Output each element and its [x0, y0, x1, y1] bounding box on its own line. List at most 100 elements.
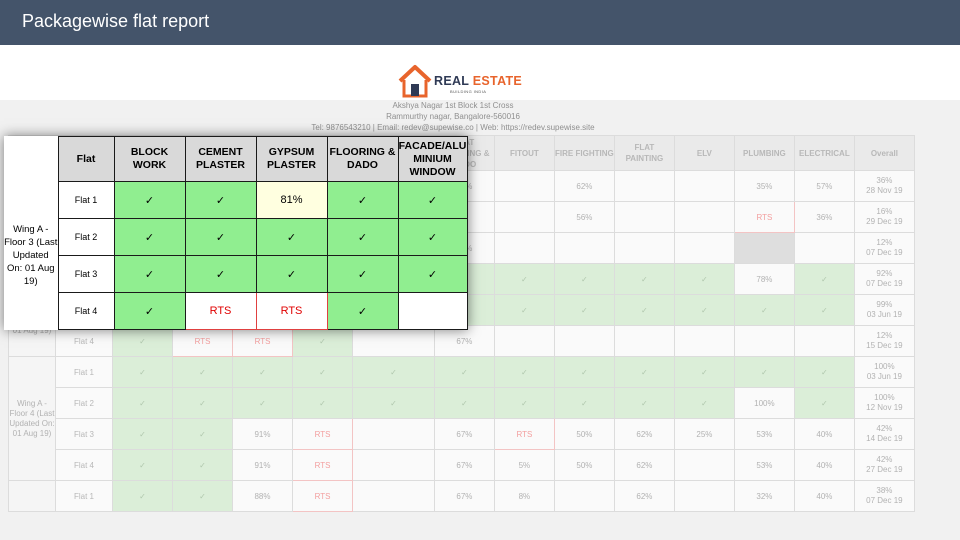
- bg-status-cell: 78%: [733, 263, 795, 295]
- bg-overall-cell: 16% 29 Dec 19: [853, 201, 915, 233]
- bg-status-cell: ✓: [172, 356, 233, 388]
- zoom-floor-cell: Wing A - Floor 3 (Last Updated On: 01 Au…: [4, 181, 58, 330]
- bg-status-cell: 53%: [733, 449, 795, 481]
- bg-status-cell: [613, 325, 675, 357]
- bg-status-cell: ✓: [172, 418, 233, 450]
- bg-status-cell: 62%: [613, 480, 675, 512]
- bg-status-cell: 50%: [553, 449, 615, 481]
- bg-status-cell: 50%: [553, 418, 615, 450]
- bg-status-cell: 40%: [793, 480, 855, 512]
- bg-table-row: Flat 4 ✓ ✓ 91% RTS 67% 5% 50% 62% 53% 40% 42% 27 Dec…: [9, 449, 915, 481]
- zoom-status-cell: ✓: [326, 218, 399, 256]
- bg-status-cell: ✓: [292, 325, 353, 357]
- bg-status-cell: RTS: [292, 449, 353, 481]
- bg-overall-date: 03 Jun 19: [866, 372, 902, 381]
- bg-status-cell: ✓: [733, 356, 795, 388]
- zoom-status-cell: ✓: [397, 255, 468, 293]
- page-title: Packagewise flat report: [22, 11, 210, 31]
- bg-status-cell: [793, 232, 855, 264]
- bg-status-cell: ✓: [112, 356, 173, 388]
- bg-status-cell: 32%: [733, 480, 795, 512]
- zoom-status-cell: ✓: [326, 181, 399, 219]
- bg-status-cell: [493, 170, 555, 202]
- bg-status-cell: ✓: [172, 387, 233, 419]
- bg-overall-cell: 42% 14 Dec 19: [853, 418, 915, 450]
- bg-col-header: FLAT PAINTING: [613, 135, 675, 171]
- bg-status-cell: [733, 325, 795, 357]
- bg-status-cell: ✓: [172, 480, 233, 512]
- bg-overall-percent: 38%: [876, 486, 893, 495]
- zoom-col-header: FLOORING & DADO: [326, 136, 399, 182]
- bg-status-cell: ✓: [493, 263, 555, 295]
- bg-floor-cell: Wing A - Floor 4 (Last Updated On: 01 Au…: [8, 356, 56, 481]
- bg-col-header: FITOUT: [493, 135, 555, 171]
- zoom-flat-cell: Flat 4: [57, 292, 115, 330]
- bg-overall-date: 07 Dec 19: [866, 496, 903, 505]
- bg-status-cell: [733, 232, 795, 264]
- bg-status-cell: 62%: [613, 418, 675, 450]
- bg-status-cell: 36%: [793, 201, 855, 233]
- bg-status-cell: ✓: [172, 449, 233, 481]
- bg-status-cell: ✓: [613, 263, 675, 295]
- zoom-flat-cell: Flat 2: [57, 218, 115, 256]
- zoom-col-header: CEMENT PLASTER: [184, 136, 257, 182]
- bg-status-cell: [352, 449, 435, 481]
- bg-status-cell: 91%: [232, 418, 293, 450]
- bg-status-cell: ✓: [613, 294, 675, 326]
- bg-overall-percent: 92%: [876, 269, 893, 278]
- bg-overall-date: 07 Dec 19: [866, 279, 903, 288]
- bg-status-cell: [352, 418, 435, 450]
- zoom-status-cell: ✓: [184, 218, 257, 256]
- bg-status-cell: ✓: [352, 387, 435, 419]
- bg-status-cell: 53%: [733, 418, 795, 450]
- bg-status-cell: ✓: [613, 387, 675, 419]
- bg-status-cell: RTS: [733, 201, 795, 233]
- contact-line: Tel: 9876543210 | Email: redev@supewise.…: [311, 123, 595, 132]
- zoom-status-cell: ✓: [113, 292, 186, 330]
- bg-overall-percent: 42%: [876, 424, 893, 433]
- brand-word-1: REAL: [434, 74, 473, 88]
- bg-overall-date: 27 Dec 19: [866, 465, 903, 474]
- bg-table-row: Flat 4 ✓ RTS RTS ✓ 67% 12% 15 Dec 19: [9, 325, 915, 357]
- bg-overall-percent: 16%: [876, 207, 893, 216]
- bg-status-cell: ✓: [793, 294, 855, 326]
- bg-status-cell: ✓: [793, 356, 855, 388]
- bg-overall-date: 29 Dec 19: [866, 217, 903, 226]
- bg-col-header: PLUMBING: [733, 135, 795, 171]
- bg-flat-cell: Flat 3: [55, 418, 113, 450]
- address-line-1: Akshya Nagar 1st Block 1st Cross: [392, 101, 514, 110]
- bg-status-cell: ✓: [673, 356, 735, 388]
- zoom-flat-cell: Flat 1: [57, 181, 115, 219]
- bg-status-cell: ✓: [112, 480, 173, 512]
- bg-status-cell: [673, 201, 735, 233]
- bg-status-cell: [613, 232, 675, 264]
- bg-col-header: ELV: [673, 135, 735, 171]
- zoomed-report-table: Flat BLOCK WORK CEMENT PLASTER GYPSUM PLAST…: [4, 136, 468, 330]
- bg-flat-cell: Flat 1: [55, 480, 113, 512]
- bg-status-cell: ✓: [493, 356, 555, 388]
- bg-overall-percent: 42%: [876, 455, 893, 464]
- zoom-table-row: Flat 2 ✓ ✓ ✓ ✓ ✓: [4, 218, 468, 256]
- bg-status-cell: ✓: [232, 387, 293, 419]
- bg-table-row: Wing A - Floor 4 (Last Updated On: 01 Au…: [8, 356, 915, 481]
- bg-status-cell: ✓: [553, 356, 615, 388]
- brand-logo: REAL ESTATE BUILDING INDIA: [398, 64, 528, 98]
- bg-status-cell: ✓: [433, 387, 495, 419]
- bg-status-cell: [352, 480, 435, 512]
- bg-status-cell: [673, 170, 735, 202]
- bg-status-cell: [493, 325, 555, 357]
- bg-overall-date: 15 Dec 19: [866, 341, 903, 350]
- zoom-col-header: Flat: [57, 136, 115, 182]
- bg-status-cell: ✓: [292, 387, 353, 419]
- bg-status-cell: 91%: [232, 449, 293, 481]
- bg-status-cell: 62%: [553, 170, 615, 202]
- bg-status-cell: [493, 201, 555, 233]
- zoom-status-cell: ✓: [184, 255, 257, 293]
- bg-status-cell: 35%: [733, 170, 795, 202]
- bg-status-cell: 56%: [553, 201, 615, 233]
- bg-status-cell: ✓: [433, 356, 495, 388]
- zoom-status-cell: ✓: [255, 255, 328, 293]
- zoom-status-cell: RTS: [255, 292, 328, 330]
- bg-status-cell: RTS: [172, 325, 233, 357]
- zoom-col-header: GYPSUM PLASTER: [255, 136, 328, 182]
